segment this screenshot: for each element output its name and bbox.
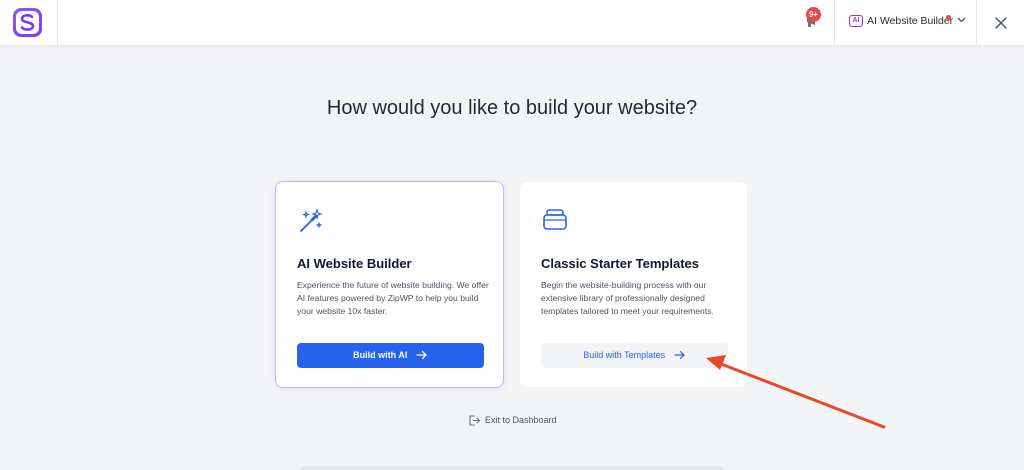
card-title: Classic Starter Templates bbox=[541, 256, 699, 271]
status-dot bbox=[946, 15, 951, 20]
top-bar: 9+ AI AI Website Builder bbox=[0, 0, 1024, 46]
builder-label: AI Website Builder bbox=[867, 15, 954, 27]
card-title: AI Website Builder bbox=[297, 256, 412, 271]
build-with-ai-button[interactable]: Build with AI bbox=[297, 343, 484, 368]
logo-cell bbox=[0, 0, 58, 46]
footer-edge bbox=[300, 466, 724, 470]
magic-wand-icon bbox=[300, 208, 323, 232]
button-label: Build with Templates bbox=[583, 350, 666, 360]
exit-icon bbox=[469, 415, 481, 426]
page-title: How would you like to build your website… bbox=[326, 97, 698, 119]
logo-icon[interactable] bbox=[13, 8, 42, 37]
ai-chip-icon: AI bbox=[849, 15, 863, 27]
chevron-down-icon bbox=[957, 17, 966, 23]
notification-badge: 9+ bbox=[806, 7, 821, 22]
exit-label: Exit to Dashboard bbox=[485, 415, 557, 425]
card-description: Begin the website-building process with … bbox=[541, 280, 714, 316]
builder-select[interactable]: AI AI Website Builder bbox=[834, 0, 977, 46]
templates-card[interactable]: Classic Starter Templates Begin the webs… bbox=[519, 181, 748, 388]
button-label: Build with AI bbox=[353, 350, 408, 360]
arrow-right-icon bbox=[416, 350, 427, 359]
stack-icon bbox=[543, 209, 567, 230]
arrow-right-icon bbox=[674, 350, 685, 359]
build-with-templates-button[interactable]: Build with Templates bbox=[541, 343, 728, 368]
close-icon[interactable] bbox=[990, 12, 1012, 34]
card-description: Experience the future of website buildin… bbox=[297, 280, 489, 316]
ai-builder-card[interactable]: AI Website Builder Experience the future… bbox=[275, 181, 504, 388]
annotation-arrow bbox=[706, 355, 886, 429]
